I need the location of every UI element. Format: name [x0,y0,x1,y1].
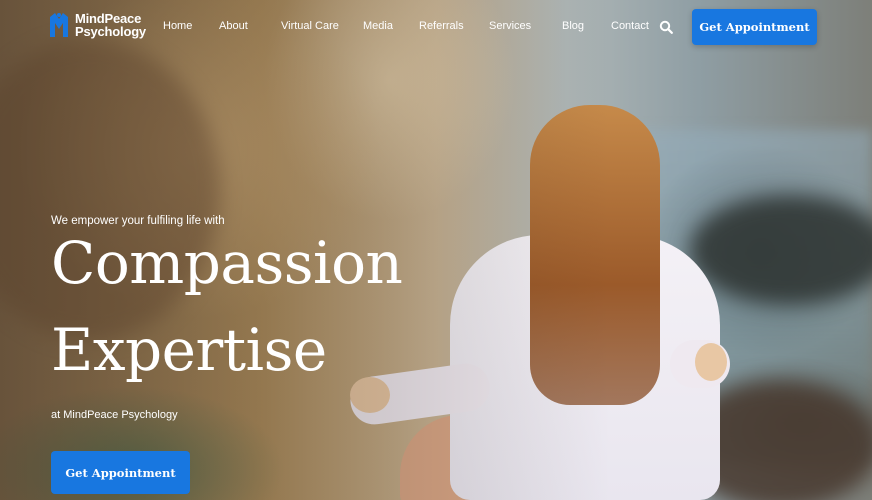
header-get-appointment-button[interactable]: Get Appointment [692,9,817,45]
nav-item-blog[interactable]: Blog [562,20,584,32]
nav-item-home[interactable]: Home [163,20,192,32]
site-header: MindPeace Psychology Home About Virtual … [0,0,872,56]
nav-item-referrals[interactable]: Referrals [419,20,464,32]
hero-subtagline: at MindPeace Psychology [51,409,178,421]
hero-get-appointment-button[interactable]: Get Appointment [51,451,190,494]
brand-logo[interactable]: MindPeace Psychology [47,11,146,39]
nav-item-media[interactable]: Media [363,20,393,32]
brand-name-line2: Psychology [75,24,146,39]
nav-item-services[interactable]: Services [489,20,531,32]
logo-mark-icon [50,13,68,37]
search-icon[interactable] [659,20,673,34]
nav-item-virtual-care[interactable]: Virtual Care [281,20,339,32]
nav-item-about[interactable]: About [219,20,248,32]
hero-headline-line2: Expertise [51,316,327,384]
nav-item-contact[interactable]: Contact [611,20,649,32]
hero-headline-line1: Compassion [51,229,403,297]
hero-tagline: We empower your fulfiling life with [51,215,225,227]
